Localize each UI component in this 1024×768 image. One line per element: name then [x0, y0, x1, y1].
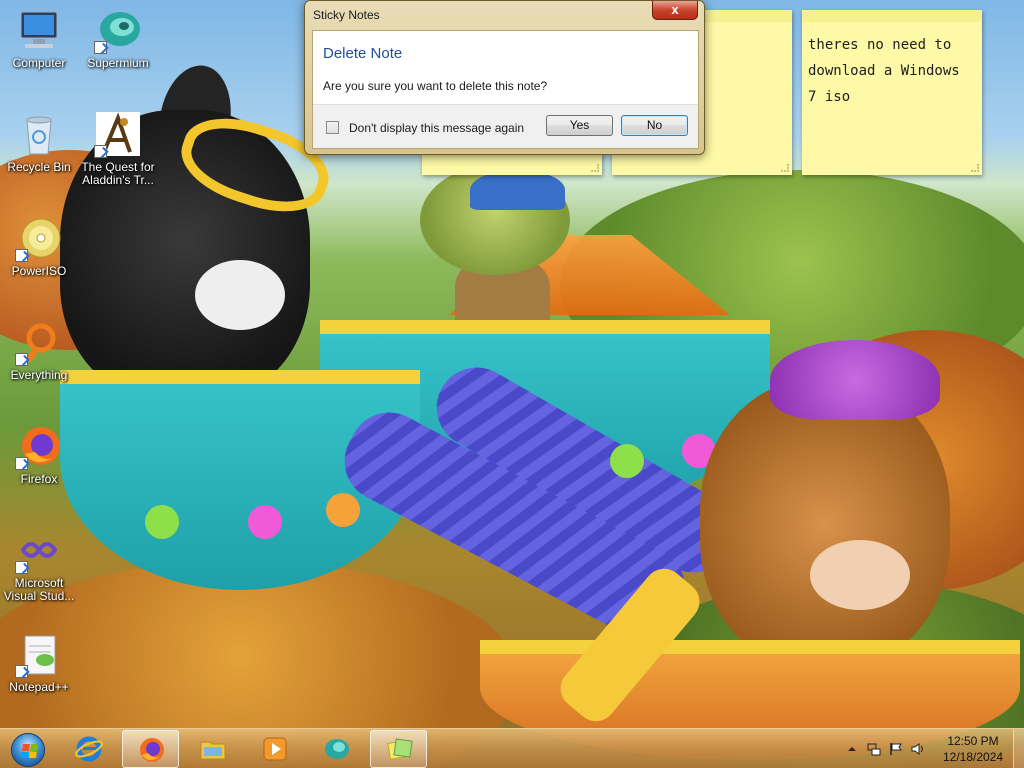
taskbar-supermium[interactable]: [308, 730, 365, 768]
resize-grip-icon[interactable]: [591, 164, 599, 172]
network-icon[interactable]: [867, 742, 881, 756]
windows-orb-icon: [11, 733, 45, 767]
resize-grip-icon[interactable]: [971, 164, 979, 172]
desktop-icon-recycle-bin[interactable]: Recycle Bin: [0, 112, 78, 174]
taskbar-internet-explorer[interactable]: [60, 730, 117, 768]
disc-icon: [15, 216, 63, 262]
dont-display-checkbox[interactable]: [326, 121, 339, 134]
desktop-icon-poweriso[interactable]: PowerISO: [0, 216, 78, 278]
desktop-icon-everything[interactable]: Everything: [0, 320, 78, 382]
system-clock[interactable]: 12:50 PM 12/18/2024: [937, 733, 1009, 765]
desktop-icon-label: Firefox: [20, 472, 58, 486]
desktop-icon-label: Computer: [12, 56, 66, 70]
close-icon: x: [671, 2, 679, 17]
yes-button[interactable]: Yes: [546, 115, 613, 136]
taskbar-firefox[interactable]: [122, 730, 179, 768]
computer-icon: [15, 8, 63, 54]
notepad-plus-plus-icon: [15, 632, 63, 678]
aladdin-game-icon: [94, 112, 142, 158]
start-button[interactable]: [4, 730, 52, 768]
desktop-icon-supermium[interactable]: Supermium: [79, 8, 157, 70]
show-desktop-button[interactable]: [1013, 729, 1024, 768]
resize-grip-icon[interactable]: [781, 164, 789, 172]
sticky-notes-icon: [387, 738, 413, 760]
visual-studio-icon: [15, 528, 63, 574]
dialog-heading: Delete Note: [323, 45, 403, 62]
wallpaper-bead: [326, 493, 360, 527]
wallpaper-bunny-face: [195, 260, 285, 330]
shortcut-arrow-icon: [15, 353, 28, 366]
file-explorer-icon: [200, 741, 226, 760]
clock-date: 12/18/2024: [942, 750, 1004, 764]
sticky-note-titlebar[interactable]: [802, 10, 982, 22]
wallpaper-hamster-face: [810, 540, 910, 610]
recycle-bin-icon: [15, 112, 63, 158]
delete-note-dialog: Sticky Notes x Delete Note Are you sure …: [304, 0, 705, 155]
wallpaper-bead: [248, 505, 282, 539]
shortcut-arrow-icon: [15, 561, 28, 574]
supermium-icon: [325, 739, 349, 759]
desktop-icon-label: Notepad++: [9, 680, 69, 694]
desktop-icon-label: Microsoft Visual Stud...: [3, 576, 75, 603]
magnifier-icon: [15, 320, 63, 366]
close-button[interactable]: x: [652, 1, 698, 20]
sticky-note-text[interactable]: theres no need to download a Windows 7 i…: [802, 22, 982, 110]
no-button[interactable]: No: [621, 115, 688, 136]
dialog-content: Delete Note Are you sure you want to del…: [312, 30, 699, 149]
shortcut-arrow-icon: [15, 249, 28, 262]
action-center-flag-icon[interactable]: [889, 742, 903, 756]
shortcut-arrow-icon: [15, 665, 28, 678]
desktop-icon-label: Recycle Bin: [7, 160, 71, 174]
notification-area: 12:50 PM 12/18/2024: [845, 729, 1024, 768]
desktop-icon-notepad-plus-plus[interactable]: Notepad++: [0, 632, 78, 694]
wallpaper-hamster: [700, 380, 950, 670]
internet-explorer-icon: [75, 736, 103, 762]
shortcut-arrow-icon: [94, 145, 107, 158]
taskbar-file-explorer[interactable]: [184, 730, 241, 768]
windows-flag-icon: [21, 744, 38, 758]
wallpaper-bead: [145, 505, 179, 539]
dont-display-checkbox-label[interactable]: Don't display this message again: [349, 121, 524, 135]
desktop-icon-computer[interactable]: Computer: [0, 8, 78, 70]
shortcut-arrow-icon: [94, 41, 107, 54]
supermium-icon: [94, 8, 142, 54]
taskbar-sticky-notes[interactable]: [370, 730, 427, 768]
dialog-footer: Don't display this message again Yes No: [313, 104, 698, 148]
firefox-icon: [15, 424, 63, 470]
wallpaper-turtle-hat: [470, 170, 565, 210]
desktop-icon-visual-studio[interactable]: Microsoft Visual Stud...: [0, 528, 78, 603]
show-hidden-icons-icon[interactable]: [845, 742, 859, 756]
desktop-icon-quest-for-aladdin[interactable]: The Quest for Aladdin's Tr...: [79, 112, 157, 187]
clock-time: 12:50 PM: [947, 734, 999, 748]
dialog-window-title: Sticky Notes: [313, 8, 380, 22]
desktop-icon-label: The Quest for Aladdin's Tr...: [81, 160, 155, 187]
shortcut-arrow-icon: [15, 457, 28, 470]
dialog-message: Are you sure you want to delete this not…: [323, 79, 548, 93]
media-player-icon: [263, 737, 287, 761]
firefox-icon: [140, 738, 164, 762]
taskbar: 12:50 PM 12/18/2024: [0, 728, 1024, 768]
wallpaper-hamster-hair: [770, 340, 940, 420]
sticky-note[interactable]: theres no need to download a Windows 7 i…: [802, 10, 982, 175]
volume-icon[interactable]: [911, 742, 925, 756]
desktop-icon-firefox[interactable]: Firefox: [0, 424, 78, 486]
desktop-icon-label: Everything: [10, 368, 68, 382]
desktop-icon-label: PowerISO: [11, 264, 67, 278]
wallpaper-bead: [610, 444, 644, 478]
desktop-icon-label: Supermium: [87, 56, 149, 70]
taskbar-media-player[interactable]: [246, 730, 303, 768]
